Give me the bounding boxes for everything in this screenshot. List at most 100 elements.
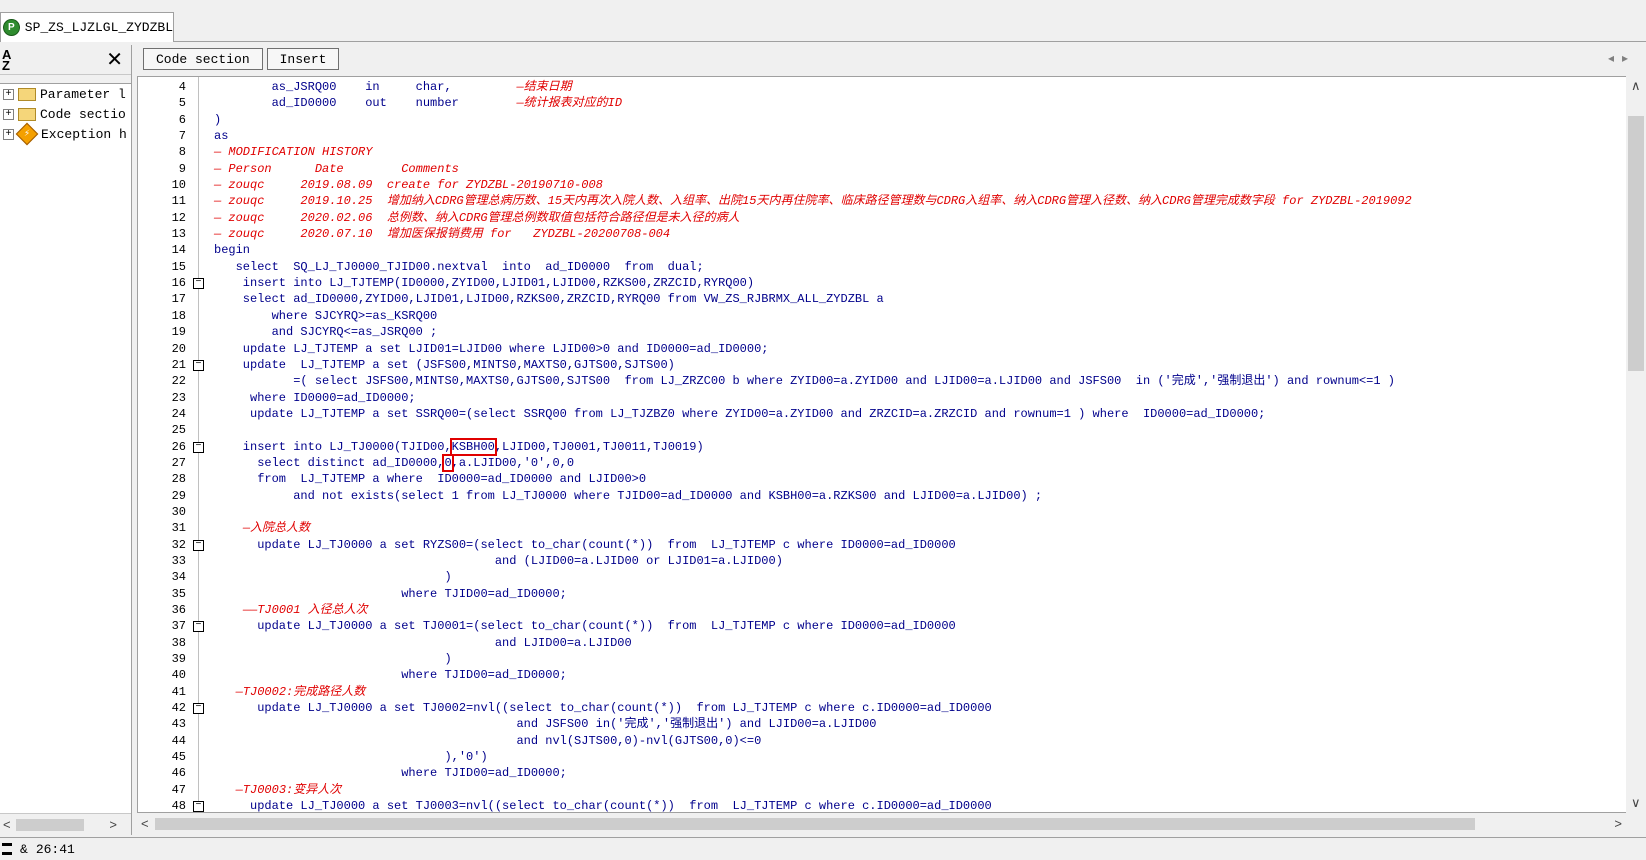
scroll-right-icon[interactable]: > <box>109 817 117 832</box>
scroll-right-icon[interactable]: > <box>1614 816 1622 831</box>
code-text: update LJ_TJ0000 a set RYZS00=(select to… <box>214 537 956 553</box>
code-comment: — zouqc 2020.02.06 总例数、纳入CDRG管理总例数取值包括符合… <box>214 210 740 225</box>
code-line[interactable]: 23 where ID0000=ad_ID0000; <box>138 390 1578 406</box>
fold-collapse-icon[interactable]: − <box>193 539 204 551</box>
code-line[interactable]: 32− update LJ_TJ0000 a set RYZS00=(selec… <box>138 537 1578 553</box>
code-text: —TJ0002:完成路径人数 <box>214 684 366 700</box>
procedure-icon: P <box>3 19 20 36</box>
code-line[interactable]: 19 and SJCYRQ<=as_JSRQ00 ; <box>138 324 1578 340</box>
expand-icon[interactable]: + <box>3 108 14 120</box>
line-number: 45 <box>171 750 186 765</box>
code-line[interactable]: 7 as <box>138 128 1578 144</box>
highlight-box: 0 <box>442 453 454 472</box>
fold-collapse-icon[interactable]: − <box>193 278 204 290</box>
code-line[interactable]: 5 ad_ID0000 out number —统计报表对应的ID <box>138 95 1578 111</box>
line-number: 34 <box>171 570 186 585</box>
code-text: — zouqc 2020.02.06 总例数、纳入CDRG管理总例数取值包括符合… <box>214 210 740 226</box>
code-line[interactable]: 36 ——TJ0001 入径总人次 <box>138 602 1578 618</box>
code-line[interactable]: 25 <box>138 422 1578 438</box>
code-comment: — zouqc 2020.07.10 增加医保报销费用 for ZYDZBL-2… <box>214 227 671 242</box>
code-line[interactable]: 11 — zouqc 2019.10.25 增加纳入CDRG管理总病历数、15天内… <box>138 193 1578 209</box>
code-line[interactable]: 18 where SJCYRQ>=as_KSRQ00 <box>138 308 1578 324</box>
line-number: 46 <box>171 766 186 781</box>
tree-item-code-section[interactable]: + Code sectio <box>0 104 131 124</box>
code-line[interactable]: 45 ),'0') <box>138 749 1578 765</box>
code-line[interactable]: 15 select SQ_LJ_TJ0000_TJID00.nextval in… <box>138 259 1578 275</box>
code-line[interactable]: 20 update LJ_TJTEMP a set LJID01=LJID00 … <box>138 341 1578 357</box>
vertical-scrollbar[interactable]: ∧ ∨ <box>1626 76 1646 813</box>
insert-button[interactable]: Insert <box>266 48 340 70</box>
expand-icon[interactable]: + <box>3 128 14 140</box>
code-line[interactable]: 48− update LJ_TJ0000 a set TJ0003=nvl((s… <box>138 798 1578 812</box>
line-number: 44 <box>171 733 186 748</box>
scroll-up-icon[interactable]: ∧ <box>1631 78 1641 94</box>
code-line[interactable]: 4 as_JSRQ00 in char, —结束日期 <box>138 79 1578 95</box>
code-line[interactable]: 39 ) <box>138 651 1578 667</box>
code-line[interactable]: 35 where TJID00=ad_ID0000; <box>138 586 1578 602</box>
scroll-thumb[interactable] <box>1628 116 1644 371</box>
code-line[interactable]: 43 and JSFS00 in('完成','强制退出') and LJID00… <box>138 716 1578 732</box>
code-line[interactable]: 9 — Person Date Comments <box>138 161 1578 177</box>
expand-icon[interactable]: + <box>3 88 14 100</box>
nav-arrows-icon[interactable]: ◂▸ <box>1608 51 1636 65</box>
code-comment: — zouqc 2019.10.25 增加纳入CDRG管理总病历数、15天内再次… <box>214 194 1412 209</box>
code-text: — zouqc 2019.10.25 增加纳入CDRG管理总病历数、15天内再次… <box>214 193 1412 209</box>
tab-title: SP_ZS_LJZLGL_ZYDZBL <box>24 20 173 35</box>
code-line[interactable]: 33 and (LJID00=a.LJID00 or LJID01=a.LJID… <box>138 553 1578 569</box>
code-line[interactable]: 37− update LJ_TJ0000 a set TJ0001=(selec… <box>138 618 1578 634</box>
line-number: 25 <box>171 423 186 438</box>
fold-collapse-icon[interactable]: − <box>193 703 204 715</box>
fold-collapse-icon[interactable]: − <box>193 621 204 633</box>
code-line[interactable]: 8 — MODIFICATION HISTORY <box>138 144 1578 160</box>
code-line[interactable]: 27 select distinct ad_ID0000,0,a.LJID00,… <box>138 453 1578 472</box>
line-number: 15 <box>171 259 186 274</box>
line-number: 32 <box>171 537 186 552</box>
code-line[interactable]: 29 and not exists(select 1 from LJ_TJ000… <box>138 488 1578 504</box>
code-line[interactable]: 38 and LJID00=a.LJID00 <box>138 635 1578 651</box>
fold-collapse-icon[interactable]: − <box>193 359 204 371</box>
code-segment: update LJ_TJ0000 a set TJ0001=(select to… <box>214 619 956 634</box>
code-line[interactable]: 17 select ad_ID0000,ZYID00,LJID01,LJID00… <box>138 291 1578 307</box>
fold-collapse-icon[interactable]: − <box>193 801 204 812</box>
scroll-thumb[interactable] <box>155 818 1475 830</box>
code-line[interactable]: 10 — zouqc 2019.08.09 create for ZYDZBL-2… <box>138 177 1578 193</box>
code-line[interactable]: 46 where TJID00=ad_ID0000; <box>138 765 1578 781</box>
tab-procedure[interactable]: P SP_ZS_LJZLGL_ZYDZBL <box>0 12 174 42</box>
code-line[interactable]: 21− update LJ_TJTEMP a set (JSFS00,MINTS… <box>138 357 1578 373</box>
horizontal-scrollbar[interactable]: < > <box>137 813 1626 835</box>
scroll-left-icon[interactable]: < <box>141 816 149 831</box>
code-line[interactable]: 6) <box>138 112 1578 128</box>
code-line[interactable]: 14 begin <box>138 242 1578 258</box>
tree-item-exception[interactable]: + ⚡ Exception h <box>0 122 131 146</box>
code-line[interactable]: 31 —入院总人数 <box>138 520 1578 536</box>
left-horizontal-scrollbar[interactable]: < > <box>0 813 131 835</box>
code-line[interactable]: 47 —TJ0003:变异人次 <box>138 782 1578 798</box>
code-line[interactable]: 12 — zouqc 2020.02.06 总例数、纳入CDRG管理总例数取值包括… <box>138 210 1578 226</box>
code-line[interactable]: 22 =( select JSFS00,MINTS0,MAXTS0,GJTS00… <box>138 373 1578 389</box>
code-line[interactable]: 44 and nvl(SJTS00,0)-nvl(GJTS00,0)<=0 <box>138 733 1578 749</box>
line-number: 24 <box>171 406 186 421</box>
code-line[interactable]: 40 where TJID00=ad_ID0000; <box>138 667 1578 683</box>
code-line[interactable]: 42− update LJ_TJ0000 a set TJ0002=nvl((s… <box>138 700 1578 716</box>
code-line[interactable]: 41 —TJ0002:完成路径人数 <box>138 684 1578 700</box>
scroll-left-icon[interactable]: < <box>3 817 11 832</box>
fold-collapse-icon[interactable]: − <box>193 441 204 453</box>
code-text: update LJ_TJTEMP a set LJID01=LJID00 whe… <box>214 341 769 357</box>
code-segment: and JSFS00 in('完成','强制退出') and LJID00=a.… <box>214 717 877 732</box>
code-line[interactable]: 28 from LJ_TJTEMP a where ID0000=ad_ID00… <box>138 471 1578 487</box>
scroll-down-icon[interactable]: ∨ <box>1631 795 1641 811</box>
code-line[interactable]: 34 ) <box>138 569 1578 585</box>
code-line[interactable]: 24 update LJ_TJTEMP a set SSRQ00=(select… <box>138 406 1578 422</box>
code-area[interactable]: 4 as_JSRQ00 in char, —结束日期 5 ad_ID0000 ou… <box>137 76 1646 813</box>
scroll-thumb[interactable] <box>16 819 84 831</box>
code-line[interactable]: 13 — zouqc 2020.07.10 增加医保报销费用 for ZYDZBL… <box>138 226 1578 242</box>
sort-az-icon[interactable]: AZ <box>2 48 11 72</box>
code-segment: ),'0') <box>214 750 488 765</box>
tree-item-parameter[interactable]: + Parameter l <box>0 84 131 104</box>
code-line[interactable]: 16− insert into LJ_TJTEMP(ID0000,ZYID00,… <box>138 275 1578 291</box>
code-line[interactable]: 30 <box>138 504 1578 520</box>
code-line[interactable]: 26− insert into LJ_TJ0000(TJID00,KSBH00,… <box>138 437 1578 456</box>
code-text: and LJID00=a.LJID00 <box>214 635 632 651</box>
close-icon[interactable]: ✕ <box>106 50 123 70</box>
code-section-button[interactable]: Code section <box>143 48 263 70</box>
